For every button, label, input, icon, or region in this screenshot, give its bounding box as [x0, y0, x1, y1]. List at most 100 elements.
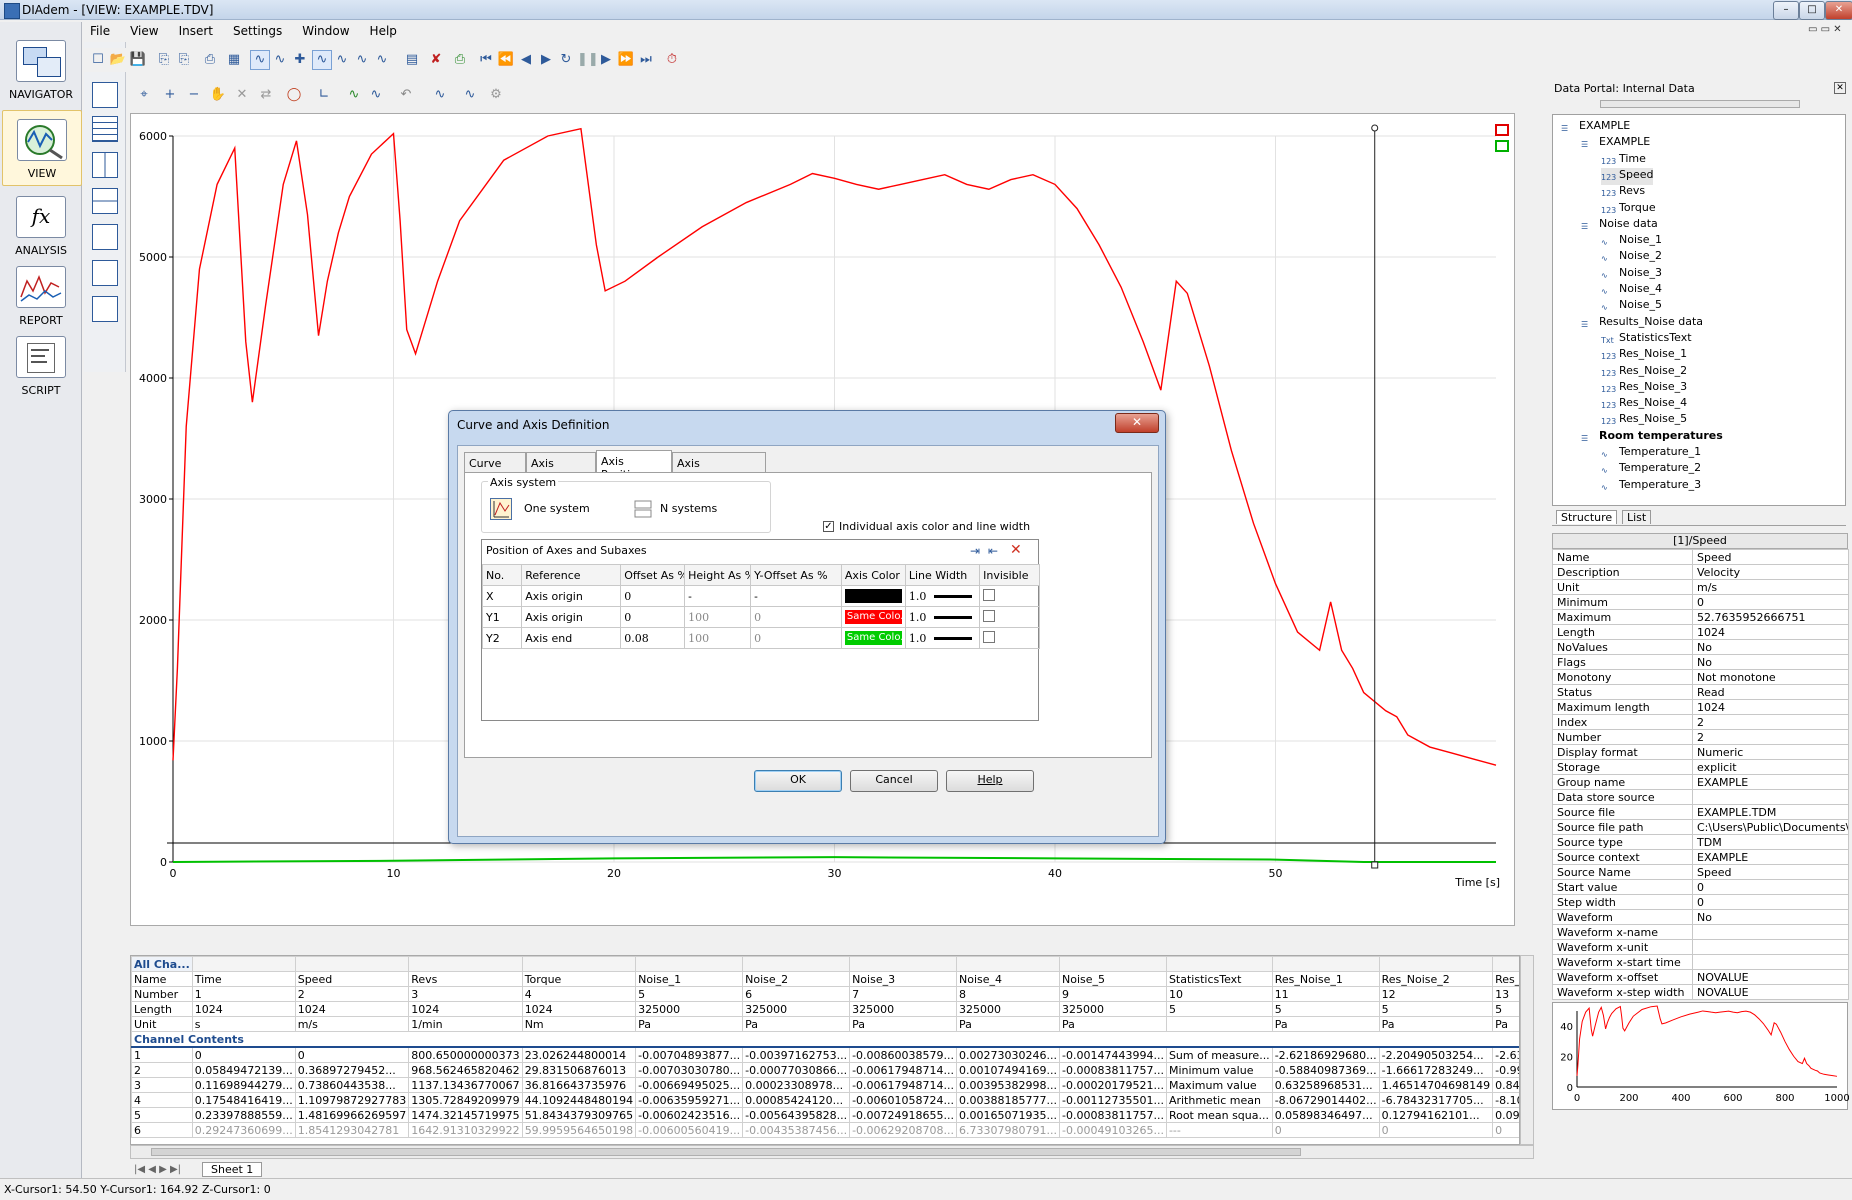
cancel-button[interactable]: Cancel [850, 770, 938, 792]
property-value[interactable]: EXAMPLE [1692, 774, 1849, 790]
property-value[interactable]: Not monotone [1692, 669, 1849, 685]
tree-item[interactable]: ∿ Temperature_1 [1601, 445, 1701, 462]
column-header[interactable] [191, 956, 296, 972]
table-cell[interactable]: -0.00601058724... [849, 1092, 958, 1108]
first-icon[interactable]: ⏮ [476, 50, 496, 70]
property-row[interactable]: Storage explicit [1552, 759, 1849, 775]
meta-cell[interactable]: 5 [1271, 1001, 1380, 1017]
meta-cell[interactable]: 1024 [521, 1001, 637, 1017]
tree-item[interactable]: 123 Revs [1601, 184, 1645, 201]
table-cell[interactable]: -0.00020179521... [1059, 1077, 1167, 1093]
table-cell[interactable]: 0.845526438 [1492, 1077, 1519, 1093]
meta-cell[interactable]: Pa [1059, 1016, 1167, 1032]
tree-item[interactable]: 123 Speed [1601, 167, 1654, 185]
save-icon[interactable]: 💾 [128, 50, 148, 70]
meta-cell[interactable]: Pa [1378, 1016, 1494, 1032]
table-cell[interactable]: 0.00085424120... [742, 1092, 851, 1108]
table-cell[interactable]: -0.00635959271... [635, 1092, 744, 1108]
n-systems-icon[interactable] [634, 500, 652, 518]
axis-row[interactable]: Y2Axis end0.081000Same Colo... 1.0 [481, 627, 1040, 649]
legend-marker-red[interactable] [1495, 124, 1509, 136]
property-value[interactable]: EXAMPLE.TDM [1692, 804, 1849, 820]
table-cell[interactable]: -0.00629208708... [849, 1122, 958, 1138]
meta-cell[interactable]: Res_Noise_1 [1271, 971, 1380, 987]
property-row[interactable]: Minimum 0 [1552, 594, 1849, 610]
meta-cell[interactable]: Pa [742, 1016, 851, 1032]
tab-curve-list[interactable]: Curve List [464, 452, 526, 483]
property-value[interactable] [1692, 954, 1849, 970]
invisible-cell[interactable] [979, 606, 1040, 628]
meta-cell[interactable]: 1024 [191, 1001, 296, 1017]
line-width-cell[interactable]: 1.0 [904, 585, 981, 607]
grid-cell-yoffset[interactable]: 0 [750, 627, 842, 649]
meta-cell[interactable]: 4 [521, 986, 637, 1002]
table-cell[interactable]: 0 [191, 1046, 296, 1063]
tree-item[interactable]: 123 Res_Noise_2 [1601, 364, 1687, 381]
column-header[interactable] [1271, 956, 1380, 972]
add-icon[interactable]: + [160, 85, 180, 105]
invisible-cell[interactable] [979, 627, 1040, 649]
property-row[interactable]: Group name EXAMPLE [1552, 774, 1849, 790]
curve-cursor-icon[interactable]: ∿ [250, 50, 270, 70]
meta-cell[interactable]: Noise_1 [635, 971, 744, 987]
table-cell[interactable]: -0.00049103265... [1059, 1122, 1167, 1138]
property-row[interactable]: Waveform x-offset NOVALUE [1552, 969, 1849, 985]
table-cell[interactable]: -0.00077030866... [742, 1062, 851, 1078]
tree-item[interactable]: ☰ Room temperatures [1581, 429, 1723, 446]
value-cursor-icon[interactable]: ∿ [372, 50, 392, 70]
menu-settings[interactable]: Settings [223, 22, 292, 42]
tree-item[interactable]: 123 Res_Noise_3 [1601, 380, 1687, 397]
meta-cell[interactable]: Res_Noise_3 [1492, 971, 1519, 987]
remove-icon[interactable]: − [184, 85, 204, 105]
table-cell[interactable]: -2.635736017 [1492, 1046, 1519, 1063]
property-row[interactable]: Name Speed [1552, 549, 1849, 565]
table-cell[interactable]: 59.9959564650198 [521, 1122, 637, 1138]
table-cell[interactable]: 0.091624566 [1492, 1107, 1519, 1123]
sheet-nav-icons[interactable]: |◀ ◀ ▶ ▶| [134, 1164, 181, 1175]
property-value[interactable]: 0 [1692, 894, 1849, 910]
tree-item[interactable]: ∿ Temperature_3 [1601, 478, 1701, 495]
property-value[interactable]: Speed [1692, 864, 1849, 880]
meta-cell[interactable]: Pa [1492, 1016, 1519, 1032]
grid-cell-reference[interactable]: Axis origin [521, 585, 622, 607]
tree-item[interactable]: ☰ EXAMPLE [1561, 119, 1630, 136]
meta-cell[interactable]: 9 [1059, 986, 1167, 1002]
property-value[interactable]: No [1692, 654, 1849, 670]
property-value[interactable]: Numeric [1692, 744, 1849, 760]
property-row[interactable]: Data store source [1552, 789, 1849, 805]
undo-zoom-icon[interactable]: ↶ [396, 85, 416, 105]
property-row[interactable]: Start value 0 [1552, 879, 1849, 895]
meta-cell[interactable]: s [191, 1016, 296, 1032]
meta-cell[interactable]: Torque [521, 971, 637, 987]
table-cell[interactable]: 1642.91310329922 [408, 1122, 523, 1138]
tree-item[interactable]: 123 Torque [1601, 201, 1656, 218]
meta-cell[interactable]: 12 [1378, 986, 1494, 1002]
individual-label[interactable]: Individual axis color and line width [839, 520, 1030, 533]
meta-cell[interactable]: 7 [849, 986, 958, 1002]
property-value[interactable]: No [1692, 909, 1849, 925]
menu-window[interactable]: Window [292, 22, 359, 42]
table-row[interactable]: 4 0.17548416419... 1.10979872927783 1305.72… [131, 1092, 1519, 1108]
tab-structure[interactable]: Structure [1556, 510, 1618, 524]
table-cell[interactable]: Minimum value [1165, 1062, 1273, 1078]
channel-sheet[interactable]: All Cha... Name Time Speed Revs Torque Noise_1… [130, 955, 1520, 1145]
table-cell[interactable]: 23.026244800014 [521, 1046, 637, 1063]
sheet-tab[interactable]: Sheet 1 [202, 1162, 263, 1177]
property-row[interactable]: Maximum length 1024 [1552, 699, 1849, 715]
tree-item[interactable]: ∿ Noise_5 [1601, 298, 1662, 315]
property-value[interactable]: 1024 [1692, 699, 1849, 715]
property-row[interactable]: Display format Numeric [1552, 744, 1849, 760]
tree-item[interactable]: ∿ Noise_4 [1601, 282, 1662, 299]
meta-cell[interactable]: 325000 [956, 1001, 1060, 1017]
tree-item[interactable]: ∿ Noise_1 [1601, 233, 1662, 250]
zoom-reset-icon[interactable]: ⇄ [256, 85, 276, 105]
table-cell[interactable]: 29.831506876013 [521, 1062, 637, 1078]
legend-marker-green[interactable] [1495, 140, 1509, 152]
invisible-checkbox[interactable] [983, 630, 996, 643]
tree-item[interactable]: ☰ Noise data [1581, 217, 1658, 234]
column-header[interactable] [1378, 956, 1494, 972]
table-cell[interactable]: 0 [1271, 1122, 1380, 1138]
property-row[interactable]: Source file path C:\Users\Public\Document… [1552, 819, 1849, 835]
frame-cursor-icon[interactable]: ∿ [332, 50, 352, 70]
channel-table[interactable]: All Cha... Name Time Speed Revs Torque Noise_1… [131, 956, 1519, 1138]
